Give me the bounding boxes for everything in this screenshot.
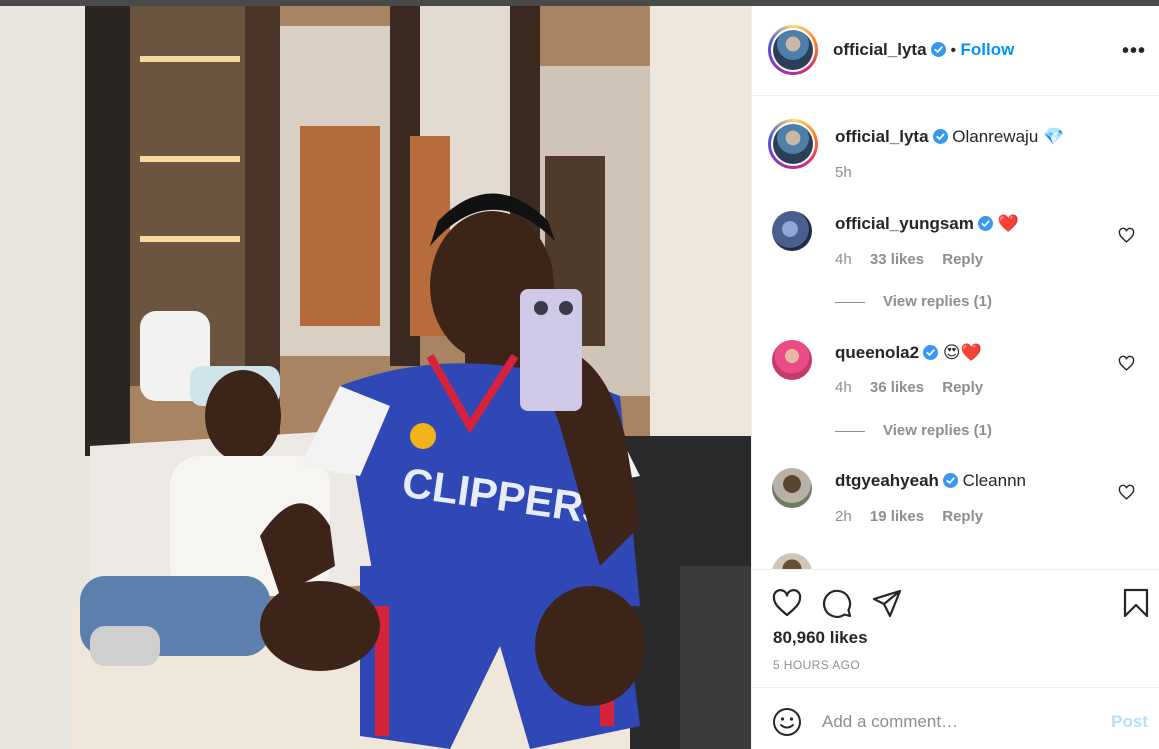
comment-username[interactable]: queenola2 [835,343,919,362]
post-likes-count[interactable]: 80,960 likes [773,628,868,648]
post-timestamp[interactable]: 5 HOURS AGO [773,658,860,672]
reply-button[interactable]: Reply [942,251,983,268]
comment-username[interactable]: official_yungsam [835,214,974,233]
emoji-icon[interactable] [772,707,802,737]
comment-time[interactable]: 4h [835,251,852,268]
comment-text: 😍❤️ [942,343,982,362]
bookmark-icon[interactable] [1120,587,1152,619]
more-options-icon[interactable]: ••• [1122,40,1146,63]
comment-like-heart-icon[interactable] [1118,355,1135,372]
comment-likes[interactable]: 19 likes [870,508,924,525]
comment-input[interactable] [822,707,1102,737]
comment: official_yungsam ❤️ [835,214,1019,234]
commenter-avatar[interactable] [772,468,812,508]
share-icon[interactable] [871,587,903,619]
commenter-avatar[interactable] [772,211,812,251]
post-sidebar: official_lyta • Follow ••• official_lyta… [751,6,1159,749]
comments-list[interactable]: official_lyta Olanrewaju 💎 5h official_y… [752,96,1159,569]
comment-likes[interactable]: 36 likes [870,379,924,396]
comment: queenola2 😍❤️ [835,343,982,363]
post-actions: 80,960 likes 5 HOURS AGO [752,569,1159,687]
comment-meta: 2h 19 likes Reply [835,508,997,525]
commenter-avatar[interactable] [772,553,812,569]
comment-text: ❤️ [997,214,1019,233]
caption-avatar[interactable] [768,119,818,169]
comment-icon[interactable] [821,587,853,619]
comment-time[interactable]: 4h [835,379,852,396]
header-separator: • [950,42,957,59]
caption: official_lyta Olanrewaju 💎 [835,127,1064,147]
view-replies-button[interactable]: View replies (1) [835,422,992,439]
verified-badge-icon [932,129,948,144]
comment-like-heart-icon[interactable] [1118,484,1135,501]
author-username[interactable]: official_lyta [833,40,927,59]
verified-badge-icon [931,42,946,57]
comment-meta: 4h 33 likes Reply [835,251,997,268]
caption-username[interactable]: official_lyta [835,127,929,146]
replies-divider [835,301,865,303]
verified-badge-icon [923,345,939,360]
follow-button[interactable]: Follow [961,40,1015,59]
comment-likes[interactable]: 33 likes [870,251,924,268]
caption-meta: 5h [835,164,866,181]
commenter-avatar[interactable] [772,340,812,380]
comment-meta: 4h 36 likes Reply [835,379,997,396]
view-replies-label: View replies (1) [883,422,992,439]
post-photo[interactable]: CLIPPERS [0,6,751,749]
post-comment-button[interactable]: Post [1111,712,1148,732]
comment-text: Cleannn [962,471,1026,490]
caption-time[interactable]: 5h [835,164,852,181]
replies-divider [835,430,865,432]
view-replies-button[interactable]: View replies (1) [835,293,992,310]
comment-like-heart-icon[interactable] [1118,227,1135,244]
comment: dtgyeahyeah Cleannn [835,471,1026,491]
heart-icon[interactable] [771,587,803,619]
caption-text: Olanrewaju 💎 [952,127,1065,146]
reply-button[interactable]: Reply [942,379,983,396]
add-comment-bar: Post [752,687,1159,749]
post-header: official_lyta • Follow ••• [752,6,1159,96]
comment-username[interactable]: dtgyeahyeah [835,471,939,490]
author-avatar[interactable] [768,25,818,75]
mirror-selfie-image: CLIPPERS [0,6,751,749]
view-replies-label: View replies (1) [883,293,992,310]
verified-badge-icon [977,216,993,231]
comment-time[interactable]: 2h [835,508,852,525]
verified-badge-icon [942,473,958,488]
reply-button[interactable]: Reply [942,508,983,525]
